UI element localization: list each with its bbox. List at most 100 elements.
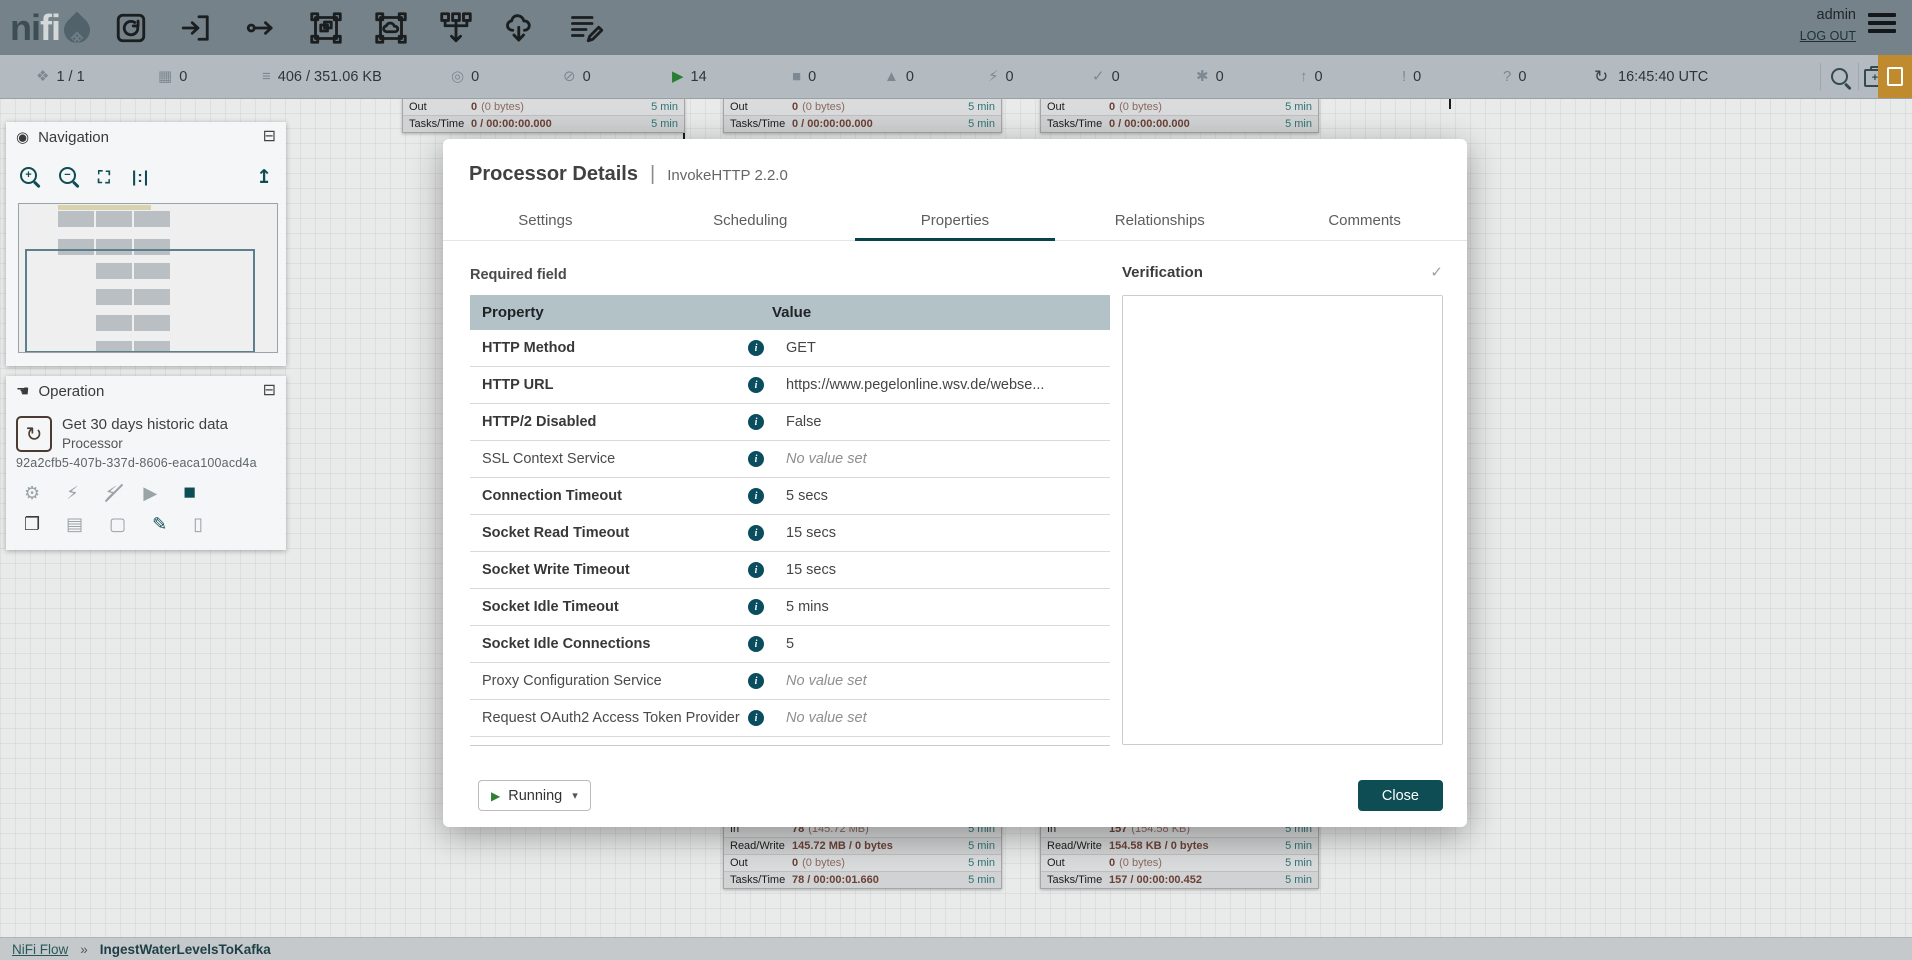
info-icon[interactable]: i (748, 710, 764, 726)
process-group-icon[interactable] (307, 9, 345, 47)
tab-relationships[interactable]: Relationships (1057, 201, 1262, 240)
property-row[interactable]: Socket Idle Connectionsi5 (470, 625, 1110, 662)
property-row[interactable]: SSL Context ServiceiNo value set (470, 440, 1110, 477)
leave-group-icon[interactable]: ↥ (256, 166, 272, 189)
stat-value: 78 / 00:00:01.660 (792, 874, 879, 886)
disabled-icon: ⚡ (988, 69, 999, 84)
minimap-viewport[interactable] (25, 249, 255, 353)
property-row[interactable]: Proxy Configuration ServiceiNo value set (470, 662, 1110, 699)
processor-stats-partial[interactable]: Out0(0 bytes)5 minTasks/Time0 / 00:00:00… (1040, 98, 1319, 133)
property-row[interactable]: Connection Timeouti5 secs (470, 477, 1110, 514)
input-port-icon[interactable] (177, 9, 215, 47)
dialog-tabs: SettingsSchedulingPropertiesRelationship… (443, 201, 1467, 241)
tab-properties[interactable]: Properties (853, 201, 1058, 240)
search-icon[interactable] (1831, 68, 1848, 90)
status-sync-failure: ?0 (1503, 55, 1526, 98)
property-row[interactable]: Socket Read Timeouti15 secs (470, 514, 1110, 551)
run-state-button[interactable]: ▶ Running ▾ (478, 780, 591, 811)
property-value[interactable]: GET (764, 340, 816, 356)
info-icon[interactable]: i (748, 414, 764, 430)
status-transmitting: ◎0 (451, 55, 479, 98)
copy-icon[interactable]: ❐ (24, 515, 40, 533)
processor-stats-partial[interactable]: Out0(0 bytes)5 minTasks/Time0 / 00:00:00… (723, 98, 1002, 133)
info-icon[interactable]: i (748, 599, 764, 615)
property-value[interactable]: 5 (764, 636, 794, 652)
close-button[interactable]: Close (1358, 780, 1443, 811)
status-count: 0 (1112, 69, 1120, 85)
info-icon[interactable]: i (748, 451, 764, 467)
property-value[interactable]: No value set (764, 451, 867, 467)
tab-scheduling[interactable]: Scheduling (648, 201, 853, 240)
zoom-in-icon[interactable]: + (20, 167, 37, 189)
stat-value-detail: (0 bytes) (802, 101, 845, 113)
info-icon[interactable]: i (748, 340, 764, 356)
property-value[interactable]: 5 secs (764, 488, 828, 504)
breadcrumb-root-link[interactable]: NiFi Flow (12, 942, 68, 957)
property-row[interactable]: Socket Write Timeouti15 secs (470, 551, 1110, 588)
value-column-header: Value (772, 304, 811, 321)
property-row[interactable]: HTTP MethodiGET (470, 330, 1110, 366)
tab-comments[interactable]: Comments (1262, 201, 1467, 240)
color-brush-icon[interactable]: ✎ (152, 515, 167, 533)
info-icon[interactable]: i (748, 673, 764, 689)
component-toolbar (112, 9, 605, 47)
divider (1858, 63, 1859, 90)
global-menu-icon[interactable] (1868, 13, 1896, 37)
remote-process-group-icon[interactable] (372, 9, 410, 47)
cluster-icon: ❖ (36, 69, 49, 84)
label-icon[interactable] (567, 9, 605, 47)
collapse-icon[interactable]: ⊟ (263, 383, 276, 399)
stop-icon[interactable]: ■ (183, 482, 196, 503)
property-row[interactable]: iNo value set (470, 736, 1110, 746)
processor-stats[interactable]: In78(145.72 MB)5 minRead/Write145.72 MB … (723, 820, 1002, 889)
info-icon[interactable]: i (748, 377, 764, 393)
logout-link[interactable]: LOG OUT (1800, 29, 1856, 43)
property-value[interactable]: No value set (764, 673, 867, 689)
funnel-icon[interactable] (437, 9, 475, 47)
zoom-fit-icon[interactable]: ⛶ (98, 168, 110, 188)
stat-window: 5 min (1285, 857, 1312, 869)
info-icon[interactable]: i (748, 562, 764, 578)
property-value[interactable]: 15 secs (764, 525, 836, 541)
active-threads-icon: ▦ (158, 69, 172, 84)
zoom-actual-size-icon[interactable]: |:| (132, 169, 149, 187)
stat-value: 0 / 00:00:00.000 (792, 118, 873, 130)
info-icon[interactable]: i (748, 488, 764, 504)
info-icon[interactable]: i (748, 636, 764, 652)
property-value[interactable]: False (764, 414, 821, 430)
verification-results-panel (1122, 295, 1443, 745)
zoom-out-icon[interactable]: − (59, 167, 76, 189)
birdseye-minimap[interactable] (18, 203, 278, 353)
status-stale: ↑0 (1300, 55, 1323, 98)
status-count: 0 (1315, 69, 1323, 85)
paste-icon: ▤ (66, 515, 83, 533)
property-row[interactable]: HTTP/2 DisablediFalse (470, 403, 1110, 440)
processor-icon[interactable] (112, 9, 150, 47)
processor-stats[interactable]: In157(154.58 KB)5 minRead/Write154.58 KB… (1040, 820, 1319, 889)
property-row[interactable]: Request OAuth2 Access Token ProvideriNo … (470, 699, 1110, 736)
status-count: 0 (583, 69, 591, 85)
property-name: Socket Read Timeout (470, 525, 748, 541)
collapse-icon[interactable]: ⊟ (263, 129, 276, 145)
property-value[interactable]: 15 secs (764, 562, 836, 578)
property-value[interactable]: 5 mins (764, 599, 829, 615)
info-icon[interactable]: i (748, 525, 764, 541)
property-value[interactable]: No value set (764, 710, 867, 726)
status-count: 0 (179, 69, 187, 85)
output-port-icon[interactable] (242, 9, 280, 47)
stat-label: Read/Write (1047, 840, 1109, 852)
property-row[interactable]: HTTP URLihttps://www.pegelonline.wsv.de/… (470, 366, 1110, 403)
verify-check-icon[interactable]: ✓ (1430, 263, 1443, 281)
processor-stats-partial[interactable]: Out0(0 bytes)5 minTasks/Time0 / 00:00:00… (402, 98, 685, 133)
running-icon: ▶ (672, 69, 684, 84)
template-icon[interactable] (502, 9, 540, 47)
property-row[interactable]: Socket Idle Timeouti5 mins (470, 588, 1110, 625)
stat-row: Tasks/Time0 / 00:00:00.0005 min (724, 115, 1001, 132)
property-value[interactable]: https://www.pegelonline.wsv.de/webse... (764, 377, 1044, 393)
tab-settings[interactable]: Settings (443, 201, 648, 240)
status-active-threads: ▦0 (158, 55, 187, 98)
stopped-icon: ■ (792, 69, 801, 84)
queued-icon: ≡ (262, 69, 271, 84)
new-canvas-toggle[interactable] (1878, 55, 1912, 98)
refresh-icon[interactable]: ↻ (1594, 55, 1608, 98)
